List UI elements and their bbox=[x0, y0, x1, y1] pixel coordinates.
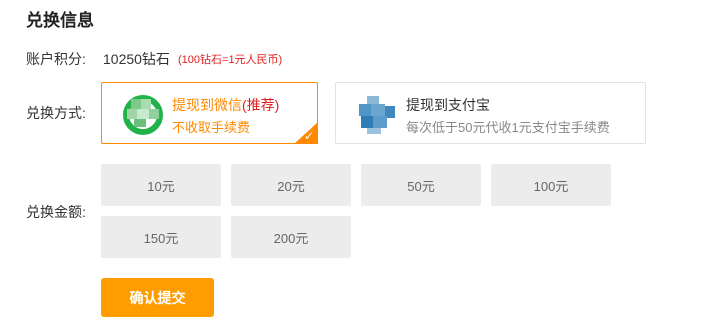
amount-option-20[interactable]: 20元 bbox=[231, 164, 351, 206]
method-option-alipay[interactable]: 提现到支付宝 每次低于50元代收1元支付宝手续费 bbox=[335, 82, 646, 144]
submit-button[interactable]: 确认提交 bbox=[101, 278, 214, 317]
amount-label: 兑换金额: bbox=[26, 204, 86, 220]
exchange-rate-note: (100钻石=1元人民币) bbox=[178, 54, 283, 66]
amount-option-200[interactable]: 200元 bbox=[231, 216, 351, 258]
wechat-method-title: 提现到微信(推荐) bbox=[172, 95, 279, 115]
amount-option-10[interactable]: 10元 bbox=[101, 164, 221, 206]
section-title: 兑换信息 bbox=[26, 11, 94, 30]
check-icon: ✓ bbox=[303, 129, 314, 143]
wechat-method-name: 提现到微信 bbox=[172, 97, 242, 113]
amount-option-100[interactable]: 100元 bbox=[491, 164, 611, 206]
wechat-method-desc: 不收取手续费 bbox=[172, 120, 251, 135]
alipay-icon bbox=[359, 96, 395, 134]
method-label: 兑换方式: bbox=[26, 105, 86, 121]
account-label: 账户积分: bbox=[26, 51, 86, 67]
amount-option-50[interactable]: 50元 bbox=[361, 164, 481, 206]
amount-option-150[interactable]: 150元 bbox=[101, 216, 221, 258]
wechat-icon bbox=[123, 95, 163, 135]
account-balance: 10250钻石 bbox=[103, 51, 170, 67]
method-option-wechat[interactable]: 提现到微信(推荐) 不收取手续费 ✓ bbox=[101, 82, 318, 144]
alipay-method-name: 提现到支付宝 bbox=[406, 97, 490, 113]
alipay-method-desc: 每次低于50元代收1元支付宝手续费 bbox=[406, 120, 610, 135]
recommend-tag: (推荐) bbox=[242, 97, 280, 113]
